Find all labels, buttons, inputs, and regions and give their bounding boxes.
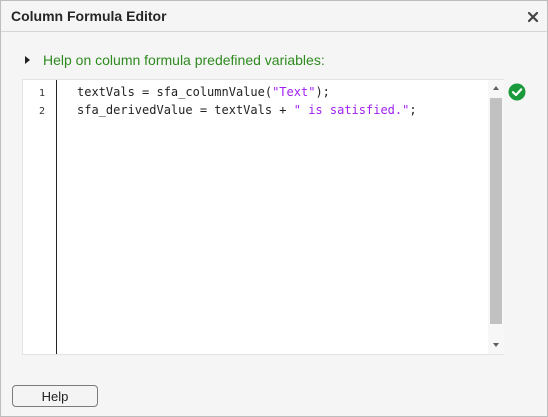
formula-code-editor[interactable]: 1 2 textVals = sfa_columnValue("Text"); … — [22, 79, 504, 355]
help-predefined-variables-label: Help on column formula predefined variab… — [43, 52, 325, 68]
code-text-area[interactable]: textVals = sfa_columnValue("Text"); sfa_… — [57, 80, 488, 354]
scroll-down-arrow-icon[interactable] — [492, 341, 500, 349]
string-literal: "Text" — [272, 85, 316, 99]
code-line[interactable]: textVals = sfa_columnValue("Text"); — [77, 85, 330, 99]
line-number: 2 — [38, 106, 45, 117]
scrollbar-thumb[interactable] — [490, 98, 502, 324]
check-circle-icon — [508, 83, 526, 101]
column-formula-editor-dialog: Column Formula Editor Help on column for… — [0, 0, 548, 417]
help-predefined-variables-toggle[interactable]: Help on column formula predefined variab… — [23, 51, 325, 69]
string-literal: " is satisfied." — [293, 103, 410, 117]
line-number: 1 — [38, 88, 45, 99]
dialog-title: Column Formula Editor — [11, 8, 167, 24]
expand-triangle-icon — [25, 56, 30, 64]
help-button[interactable]: Help — [12, 385, 98, 407]
title-bar: Column Formula Editor — [1, 1, 547, 32]
code-line[interactable]: sfa_derivedValue = textVals + " is satis… — [77, 103, 417, 117]
scroll-up-arrow-icon[interactable] — [492, 84, 500, 92]
line-number-gutter: 1 2 — [23, 80, 57, 354]
vertical-scrollbar[interactable] — [488, 80, 504, 354]
close-icon[interactable] — [525, 9, 541, 25]
